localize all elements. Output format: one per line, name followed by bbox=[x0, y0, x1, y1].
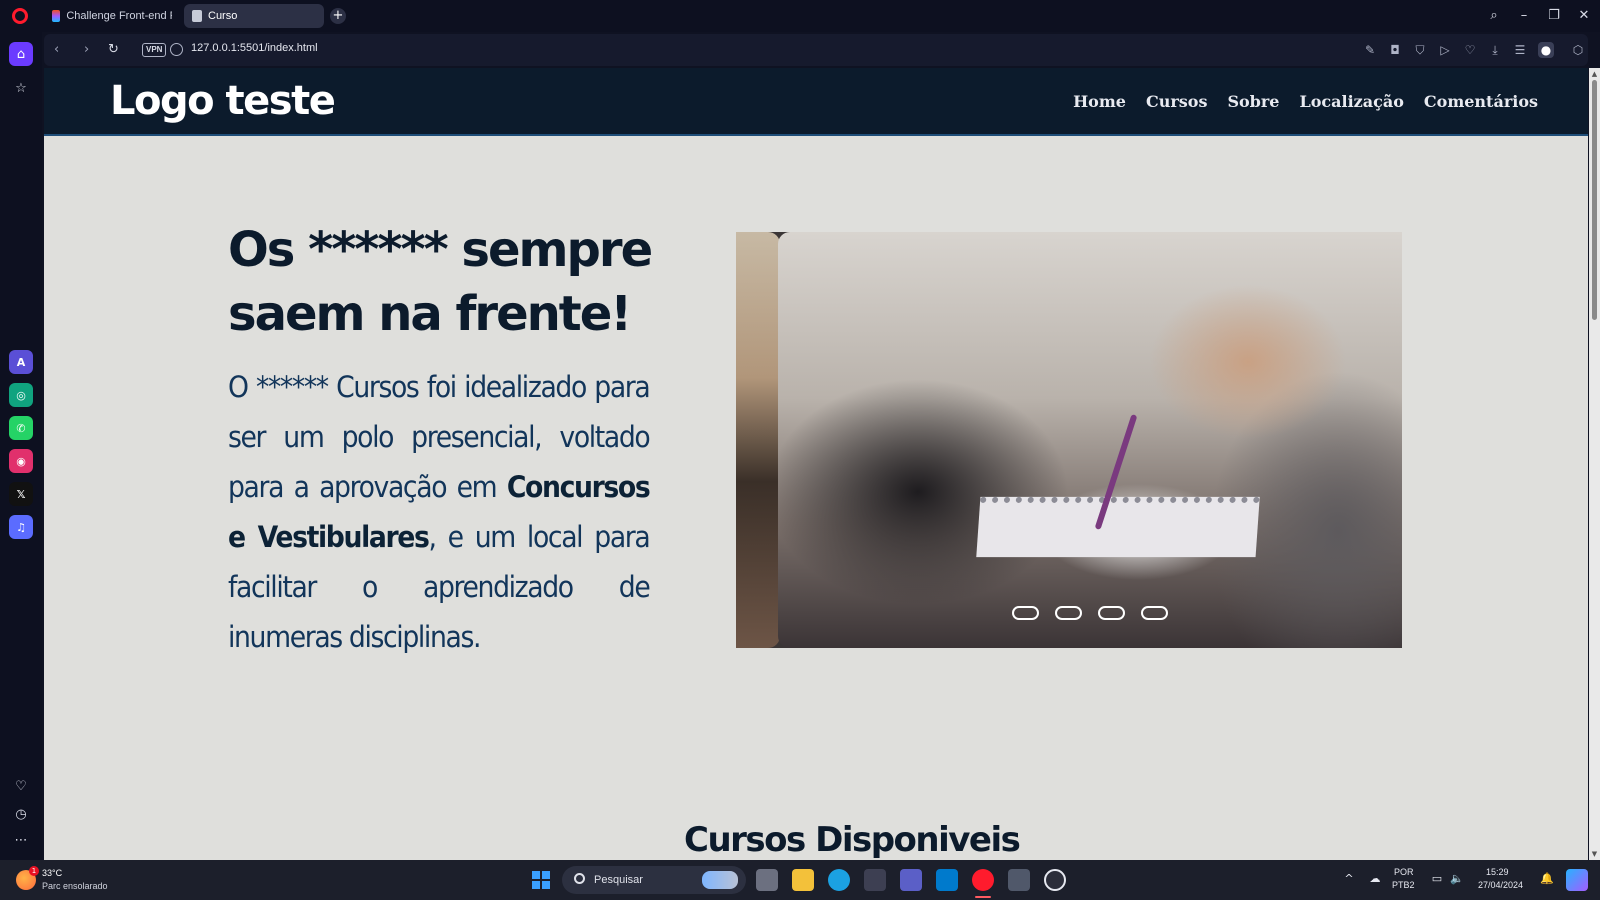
tab-search-icon[interactable]: ⌕ bbox=[1484, 6, 1504, 26]
carousel-dot[interactable] bbox=[1055, 606, 1082, 620]
network-icon[interactable]: ▭ bbox=[1430, 872, 1444, 886]
chevron-up-icon[interactable]: ^ bbox=[1342, 872, 1356, 886]
camera-icon[interactable]: ◘ bbox=[1387, 42, 1403, 58]
opera-icon[interactable] bbox=[972, 869, 994, 891]
shield-icon[interactable]: ⛉ bbox=[1412, 42, 1428, 58]
onedrive-icon[interactable]: ☁ bbox=[1368, 872, 1382, 886]
carousel-dot[interactable] bbox=[1098, 606, 1125, 620]
nav-cursos[interactable]: Cursos bbox=[1146, 92, 1207, 111]
whatsapp-icon[interactable]: ✆ bbox=[9, 416, 33, 440]
carousel-slide-previous[interactable] bbox=[736, 232, 780, 648]
notebook-shape bbox=[976, 496, 1260, 558]
nav-comentarios[interactable]: Comentários bbox=[1424, 92, 1538, 111]
extensions-icon[interactable]: ⬡ bbox=[1570, 42, 1586, 58]
star-icon[interactable]: ☆ bbox=[9, 76, 33, 100]
weather-badge: 1 bbox=[29, 866, 39, 876]
vpn-badge[interactable]: VPN bbox=[142, 43, 167, 57]
scroll-down-icon[interactable]: ▼ bbox=[1590, 850, 1599, 858]
aria-icon[interactable]: A bbox=[9, 350, 33, 374]
notification-bell-icon[interactable]: 🔔 bbox=[1540, 872, 1554, 886]
clock-date[interactable]: 27/04/2024 bbox=[1478, 880, 1523, 890]
calculator-icon[interactable] bbox=[1008, 869, 1030, 891]
teams-icon[interactable] bbox=[900, 869, 922, 891]
store-icon[interactable] bbox=[864, 869, 886, 891]
carousel-dot[interactable] bbox=[1012, 606, 1039, 620]
address-bar: ‹ › ↻ VPN 127.0.0.1:5501/index.html ✎ ◘ … bbox=[44, 34, 1588, 66]
music-icon[interactable]: ♫ bbox=[9, 515, 33, 539]
chatgpt-icon[interactable]: ◎ bbox=[9, 383, 33, 407]
more-icon[interactable]: ⋯ bbox=[9, 828, 33, 852]
site-logo[interactable]: Logo teste bbox=[110, 78, 336, 124]
volume-icon[interactable]: 🔈 bbox=[1450, 872, 1464, 886]
tab-challenge[interactable]: Challenge Front-end Portf bbox=[44, 4, 180, 28]
globe-icon[interactable] bbox=[170, 43, 183, 56]
windows-start-icon[interactable] bbox=[532, 871, 550, 889]
carousel-dot[interactable] bbox=[1141, 606, 1168, 620]
windows-taskbar: 1 33°C Parc ensolarado Pesquisar ^ ☁ POR… bbox=[0, 860, 1600, 900]
back-icon[interactable]: ‹ bbox=[54, 42, 59, 57]
section-title-cursos: Cursos Disponiveis bbox=[684, 820, 1021, 860]
scroll-up-icon[interactable]: ▲ bbox=[1590, 70, 1599, 78]
media-player-icon[interactable] bbox=[1044, 869, 1066, 891]
instagram-icon[interactable]: ◉ bbox=[9, 449, 33, 473]
file-explorer-icon[interactable] bbox=[792, 869, 814, 891]
easy-setup-icon[interactable]: ☰ bbox=[1512, 42, 1528, 58]
carousel-slide-image bbox=[778, 232, 1402, 648]
play-icon[interactable]: ▷ bbox=[1437, 42, 1453, 58]
taskbar-search[interactable]: Pesquisar bbox=[562, 866, 746, 894]
nav-localizacao[interactable]: Localização bbox=[1299, 92, 1403, 111]
task-view-icon[interactable] bbox=[756, 869, 778, 891]
close-button[interactable]: ✕ bbox=[1574, 6, 1594, 26]
opera-menu-icon[interactable] bbox=[12, 8, 28, 24]
clock-time[interactable]: 15:29 bbox=[1486, 867, 1509, 877]
scroll-thumb[interactable] bbox=[1592, 80, 1597, 320]
active-app-indicator bbox=[975, 896, 991, 898]
weather-desc[interactable]: Parc ensolarado bbox=[42, 881, 108, 891]
heart-icon[interactable]: ♡ bbox=[9, 774, 33, 798]
weather-temp[interactable]: 33°C bbox=[42, 868, 62, 878]
tab-curso[interactable]: Curso bbox=[184, 4, 324, 28]
hero-title: Os ****** sempre saem na frente! bbox=[228, 222, 653, 342]
home-icon[interactable]: ⌂ bbox=[9, 42, 33, 66]
nav-sobre[interactable]: Sobre bbox=[1227, 92, 1279, 111]
tab-label: Challenge Front-end Portf bbox=[66, 10, 172, 22]
edge-icon[interactable] bbox=[828, 869, 850, 891]
site-header: Logo teste Home Cursos Sobre Localização… bbox=[44, 68, 1588, 136]
search-label: Pesquisar bbox=[594, 874, 643, 886]
search-icon bbox=[574, 873, 585, 884]
browser-titlebar: Challenge Front-end Portf Curso + ⌕ – ❐ … bbox=[0, 0, 1600, 32]
page-favicon-icon bbox=[192, 10, 202, 22]
search-highlight-icon bbox=[702, 871, 738, 889]
vscode-icon[interactable] bbox=[936, 869, 958, 891]
minimize-button[interactable]: – bbox=[1514, 6, 1534, 26]
restore-button[interactable]: ❐ bbox=[1544, 6, 1564, 26]
browser-sidebar: ⌂ ☆ A ◎ ✆ ◉ 𝕏 ♫ ♡ ◷ ⋯ bbox=[0, 32, 42, 862]
language-bottom[interactable]: PTB2 bbox=[1392, 880, 1415, 890]
nav-home[interactable]: Home bbox=[1073, 92, 1126, 111]
download-icon[interactable]: ⤓ bbox=[1487, 42, 1503, 58]
copilot-icon[interactable] bbox=[1566, 869, 1588, 891]
heart-icon[interactable]: ♡ bbox=[1462, 42, 1478, 58]
language-top[interactable]: POR bbox=[1394, 867, 1414, 877]
reload-icon[interactable]: ↻ bbox=[108, 42, 119, 57]
url-input[interactable]: 127.0.0.1:5501/index.html bbox=[191, 42, 318, 54]
site-nav: Home Cursos Sobre Localização Comentário… bbox=[1073, 92, 1538, 111]
profile-icon[interactable]: ● bbox=[1538, 42, 1554, 58]
image-carousel[interactable] bbox=[736, 232, 1402, 648]
hero-text: O ****** Cursos foi idealizado para ser … bbox=[228, 362, 651, 662]
carousel-dots bbox=[736, 606, 1402, 620]
figma-favicon-icon bbox=[52, 10, 61, 22]
page-viewport: Logo teste Home Cursos Sobre Localização… bbox=[44, 68, 1588, 860]
edit-icon[interactable]: ✎ bbox=[1362, 42, 1378, 58]
history-icon[interactable]: ◷ bbox=[9, 802, 33, 826]
forward-icon[interactable]: › bbox=[84, 42, 89, 57]
x-icon[interactable]: 𝕏 bbox=[9, 482, 33, 506]
page-scrollbar[interactable]: ▲ ▼ bbox=[1589, 68, 1600, 860]
tab-label: Curso bbox=[208, 10, 238, 22]
new-tab-button[interactable]: + bbox=[330, 8, 346, 24]
